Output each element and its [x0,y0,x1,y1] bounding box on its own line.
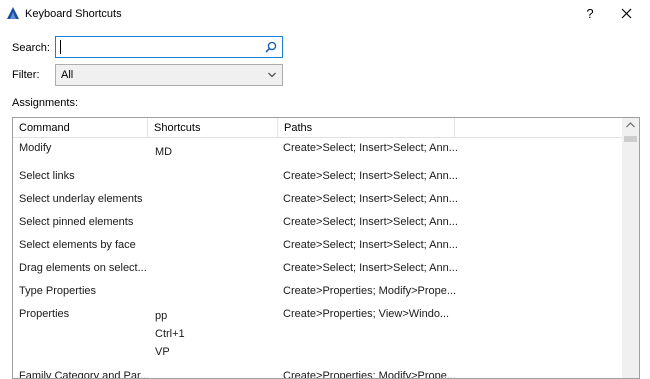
filter-selected-value: All [61,69,74,81]
column-header-shortcuts[interactable]: Shortcuts [148,118,278,138]
filter-label: Filter: [12,69,40,81]
cell-command: Select elements by face [19,239,136,251]
table-row[interactable]: Select underlay elements Create>Select; … [13,193,622,213]
scrollbar-thumb[interactable] [624,136,637,142]
column-header-command[interactable]: Command [13,118,148,138]
search-label: Search: [12,42,50,54]
vertical-scrollbar[interactable] [622,118,639,378]
table-row[interactable]: Family Category and Par... Create>Proper… [13,370,622,379]
cell-path: Create>Properties; Modify>Prope... [283,285,457,297]
table-row[interactable]: Select elements by face Create>Select; I… [13,239,622,259]
search-input[interactable] [58,38,258,56]
cell-shortcut: Ctrl+1 [155,328,185,340]
cell-path: Create>Select; Insert>Select; Ann... [283,262,458,274]
table-row[interactable]: Select pinned elements Create>Select; In… [13,216,622,236]
table-row[interactable]: Select links Create>Select; Insert>Selec… [13,170,622,190]
help-button[interactable]: ? [578,4,602,24]
search-field[interactable] [55,36,283,58]
scroll-up-arrow-icon[interactable] [626,122,635,128]
cell-path: Create>Select; Insert>Select; Ann... [283,239,458,251]
filter-dropdown[interactable]: All [55,64,283,86]
cell-shortcut: VP [155,346,170,358]
cell-command: Modify [19,142,52,154]
cell-path: Create>Select; Insert>Select; Ann... [283,170,458,182]
cell-path: Create>Select; Insert>Select; Ann... [283,216,458,228]
title-bar: Keyboard Shortcuts ? [0,0,650,28]
cell-command: Type Properties [19,285,97,297]
column-header-paths[interactable]: Paths [278,118,455,138]
cell-path: Create>Properties; Modify>Prope... [283,370,457,379]
cell-command: Drag elements on select... [19,262,147,274]
table-row[interactable]: Type Properties Create>Properties; Modif… [13,285,622,305]
assignments-label: Assignments: [12,97,79,109]
cell-command: Select underlay elements [19,193,143,205]
cell-shortcut: pp [155,310,168,322]
cell-command: Select links [19,170,75,182]
cell-path: Create>Select; Insert>Select; Ann... [283,193,458,205]
assignments-table[interactable]: Command Shortcuts Paths Modify MD Create… [12,117,640,379]
cell-command: Family Category and Par... [19,370,150,379]
search-icon[interactable] [264,40,278,54]
table-row[interactable]: Properties pp Ctrl+1 VP Create>Propertie… [13,308,622,364]
cell-command: Select pinned elements [19,216,134,228]
table-header: Command Shortcuts Paths [13,118,622,138]
chevron-down-icon [268,72,276,78]
close-icon[interactable] [614,4,640,24]
app-logo-icon [7,7,19,19]
cell-shortcut: MD [155,146,173,158]
cell-command: Properties [19,308,70,320]
cell-path: Create>Select; Insert>Select; Ann... [283,142,458,154]
table-row[interactable]: Modify MD Create>Select; Insert>Select; … [13,142,622,168]
cell-path: Create>Properties; View>Windo... [283,308,450,320]
table-row[interactable]: Drag elements on select... Create>Select… [13,262,622,282]
window-title: Keyboard Shortcuts [25,8,122,20]
